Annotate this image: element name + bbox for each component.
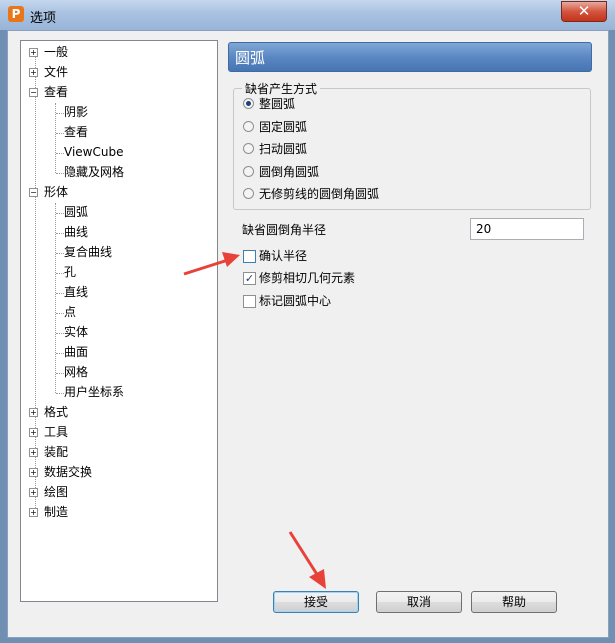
annotation-arrow-checkbox	[183, 252, 240, 276]
annotation-arrows	[183, 252, 326, 589]
annotation-arrow-ok	[288, 531, 326, 589]
